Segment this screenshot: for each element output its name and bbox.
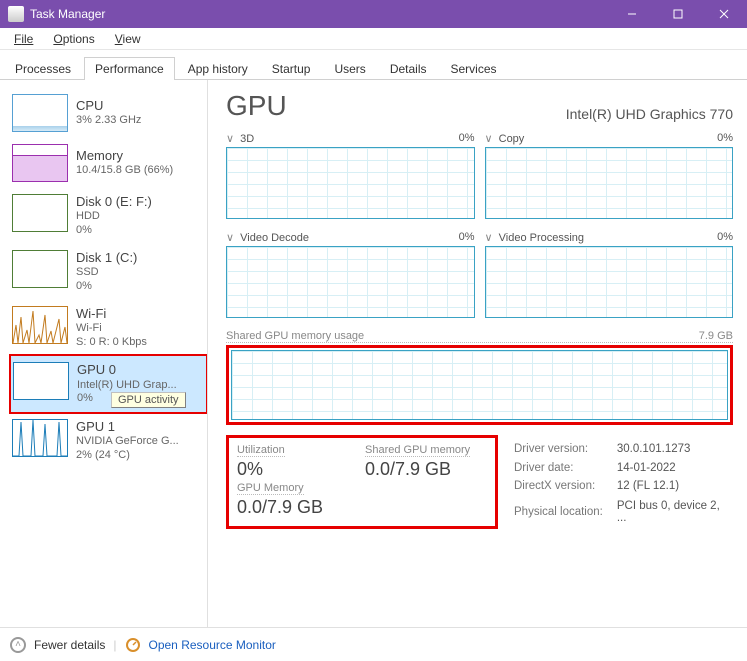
engine-chart-copy[interactable]: [485, 147, 734, 219]
footer: ˄ Fewer details | Open Resource Monitor: [0, 627, 747, 661]
stats-highlight: Utilization Shared GPU memory 0% 0.0/7.9…: [226, 435, 498, 529]
sidebar-item-label: Disk 1 (C:): [76, 250, 137, 266]
chart-name[interactable]: Copy: [499, 133, 525, 145]
shared-mem-chart-highlight: [226, 345, 733, 425]
mini-chart: [12, 419, 68, 457]
sidebar-item-disk-1-c-[interactable]: Disk 1 (C:)SSD0%: [10, 244, 207, 300]
sidebar-item-label: Wi-Fi: [76, 306, 147, 322]
sidebar-item-subtitle: Intel(R) UHD Grap...: [77, 379, 177, 393]
sidebar-item-meta: 3% 2.33 GHz: [76, 114, 141, 128]
engine-chart-video-processing[interactable]: [485, 246, 734, 318]
chevron-down-icon[interactable]: ∨: [485, 232, 493, 244]
physical-location-value: PCI bus 0, device 2, ...: [617, 496, 731, 527]
tab-details[interactable]: Details: [379, 57, 438, 80]
gpu-model: Intel(R) UHD Graphics 770: [566, 106, 733, 122]
sidebar-item-meta: 0%: [76, 280, 137, 294]
tab-users[interactable]: Users: [323, 57, 376, 80]
chevron-up-icon[interactable]: ˄: [10, 637, 26, 653]
tooltip: GPU activity: [111, 392, 186, 408]
open-resource-monitor-link[interactable]: Open Resource Monitor: [149, 638, 276, 652]
tab-strip: ProcessesPerformanceApp historyStartupUs…: [0, 50, 747, 80]
sidebar-item-gpu-0[interactable]: GPU 0Intel(R) UHD Grap...0%GPU activity: [10, 355, 207, 413]
window-title: Task Manager: [30, 7, 609, 21]
sidebar-item-disk-0-e-f-[interactable]: Disk 0 (E: F:)HDD0%: [10, 188, 207, 244]
chart-name[interactable]: Video Processing: [499, 232, 584, 244]
directx-version-value: 12 (FL 12.1): [617, 478, 731, 494]
sidebar-item-subtitle: Wi-Fi: [76, 322, 147, 336]
engine-chart-3d[interactable]: [226, 147, 475, 219]
menubar: Filedocument.currentScript.previousEleme…: [0, 28, 747, 50]
utilization-value: 0%: [237, 459, 357, 480]
directx-version-label: DirectX version:: [514, 478, 615, 494]
driver-info-table: Driver version:30.0.101.1273 Driver date…: [512, 439, 733, 529]
chart-name[interactable]: Video Decode: [240, 232, 309, 244]
mini-chart: [12, 144, 68, 182]
gpu-memory-label: GPU Memory: [237, 482, 304, 495]
sidebar-item-cpu[interactable]: CPU3% 2.33 GHz: [10, 88, 207, 138]
mini-chart: [12, 250, 68, 288]
gpu-memory-value: 0.0/7.9 GB: [237, 497, 485, 518]
tab-startup[interactable]: Startup: [261, 57, 322, 80]
maximize-button[interactable]: [655, 0, 701, 28]
shared-gpu-mem-value: 0.0/7.9 GB: [365, 459, 485, 480]
engine-chart-video-decode[interactable]: [226, 246, 475, 318]
shared-mem-chart[interactable]: [231, 350, 728, 420]
chart-pct: 0%: [459, 231, 475, 244]
shared-mem-label: Shared GPU memory usage: [226, 330, 364, 342]
menu-file[interactable]: Filedocument.currentScript.previousEleme…: [4, 30, 43, 48]
sidebar-item-subtitle: HDD: [76, 210, 152, 224]
sidebar-item-wi-fi[interactable]: Wi-FiWi-FiS: 0 R: 0 Kbps: [10, 300, 207, 356]
titlebar: Task Manager: [0, 0, 747, 28]
mini-chart: [12, 306, 68, 344]
tab-services[interactable]: Services: [440, 57, 508, 80]
chart-pct: 0%: [717, 231, 733, 244]
utilization-label: Utilization: [237, 444, 285, 457]
sidebar-item-label: GPU 1: [76, 419, 179, 435]
sidebar-item-memory[interactable]: Memory10.4/15.8 GB (66%): [10, 138, 207, 188]
main-title: GPU: [226, 90, 287, 122]
main-pane: GPU Intel(R) UHD Graphics 770 ∨ 3D 0% ∨ Co…: [208, 80, 747, 627]
sidebar-item-label: CPU: [76, 98, 141, 114]
chart-name[interactable]: 3D: [240, 133, 254, 145]
menu-view[interactable]: View: [105, 30, 151, 48]
chart-pct: 0%: [459, 132, 475, 145]
minimize-button[interactable]: [609, 0, 655, 28]
driver-version-value: 30.0.101.1273: [617, 441, 731, 457]
chevron-down-icon[interactable]: ∨: [226, 232, 234, 244]
sidebar-item-meta: 10.4/15.8 GB (66%): [76, 164, 173, 178]
sidebar-item-meta: 2% (24 °C): [76, 449, 179, 463]
tab-performance[interactable]: Performance: [84, 57, 175, 80]
sidebar-item-meta: S: 0 R: 0 Kbps: [76, 336, 147, 350]
tab-app-history[interactable]: App history: [177, 57, 259, 80]
chart-pct: 0%: [717, 132, 733, 145]
driver-version-label: Driver version:: [514, 441, 615, 457]
mini-chart: [13, 362, 69, 400]
sidebar-item-label: Disk 0 (E: F:): [76, 194, 152, 210]
menu-options[interactable]: Options: [43, 30, 104, 48]
physical-location-label: Physical location:: [514, 496, 615, 527]
driver-date-label: Driver date:: [514, 459, 615, 475]
resource-sidebar: CPU3% 2.33 GHzMemory10.4/15.8 GB (66%)Di…: [0, 80, 208, 627]
close-button[interactable]: [701, 0, 747, 28]
resource-monitor-icon: [125, 637, 141, 653]
sidebar-item-gpu-1[interactable]: GPU 1NVIDIA GeForce G...2% (24 °C): [10, 413, 207, 469]
driver-date-value: 14-01-2022: [617, 459, 731, 475]
sidebar-item-label: GPU 0: [77, 362, 177, 378]
mini-chart: [12, 94, 68, 132]
fewer-details-button[interactable]: Fewer details: [34, 638, 105, 652]
task-manager-icon: [8, 6, 24, 22]
chevron-down-icon[interactable]: ∨: [226, 133, 234, 145]
mini-chart: [12, 194, 68, 232]
sidebar-item-subtitle: NVIDIA GeForce G...: [76, 435, 179, 449]
sidebar-item-meta: 0%: [76, 224, 152, 238]
tab-processes[interactable]: Processes: [4, 57, 82, 80]
shared-gpu-mem-label: Shared GPU memory: [365, 444, 470, 457]
shared-mem-max: 7.9 GB: [699, 330, 733, 342]
chevron-down-icon[interactable]: ∨: [485, 133, 493, 145]
sidebar-item-subtitle: SSD: [76, 266, 137, 280]
sidebar-item-label: Memory: [76, 148, 173, 164]
